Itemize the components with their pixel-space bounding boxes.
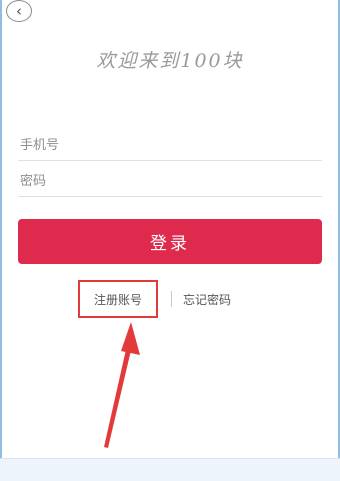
annotation-arrow-head <box>121 322 140 355</box>
annotation-arrow <box>104 322 140 448</box>
bottom-bar <box>0 458 340 481</box>
annotation-arrow-shaft <box>104 345 132 448</box>
